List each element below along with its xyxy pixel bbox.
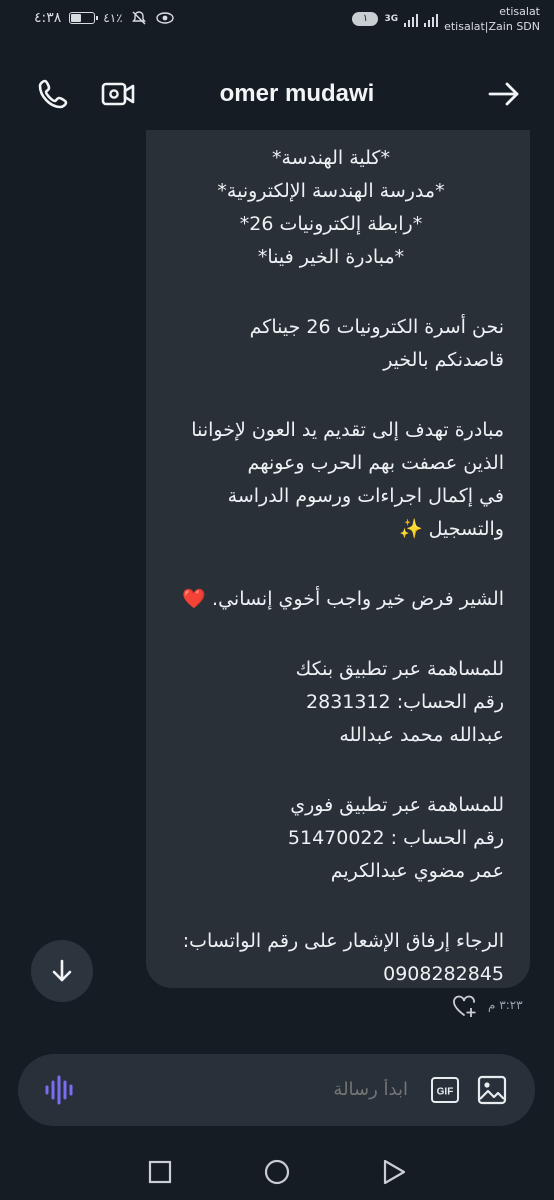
arrow-down-icon — [52, 959, 72, 982]
message-line: *مدرسة الهندسة الإلكترونية* — [217, 180, 445, 202]
home-circle-icon[interactable] — [263, 1158, 291, 1186]
video-call-icon[interactable] — [100, 76, 136, 112]
message-line: *مبادرة الخير فينا* — [257, 246, 405, 268]
carrier-2: etisalat|Zain SDN — [444, 20, 540, 33]
signal-icon — [404, 11, 419, 27]
message-line: قاصدنكم بالخير — [383, 349, 504, 371]
message-line: للمساهمة عبر تطبيق فوري — [290, 794, 504, 816]
message-bubble[interactable]: *كلية الهندسة* *مدرسة الهندسة الإلكتروني… — [146, 130, 530, 988]
carrier-names: etisalat etisalat|Zain SDN — [444, 4, 540, 34]
message-timestamp: ٣:٢٣ م — [488, 998, 523, 1012]
status-left: ٤:٣٨ ٤١٪ — [34, 10, 175, 26]
message-line: مبادرة تهدف إلى تقديم يد العون لإخواننا — [191, 419, 504, 441]
phone-number-link[interactable]: 0908282845 — [158, 958, 504, 991]
message-line: رقم الحساب: 2831312 — [306, 691, 504, 713]
mute-bell-icon — [131, 11, 146, 25]
battery-percent: ٤١٪ — [103, 11, 123, 25]
message-line: الذين عصفت بهم الحرب وعونهم — [247, 452, 504, 474]
add-reaction-heart-icon[interactable] — [452, 995, 478, 1019]
scroll-to-bottom-button[interactable] — [31, 940, 93, 1002]
sim-slot-badge: ١ — [352, 12, 379, 26]
message-line: عبدالله محمد عبدالله — [339, 724, 504, 746]
message-line-with-emoji: الشير فرض خير واجب أخوي إنساني. ❤️ — [158, 583, 504, 616]
message-line: في إكمال اجراءات ورسوم الدراسة — [227, 485, 504, 507]
message-line-with-emoji: والتسجيل ✨ — [158, 513, 504, 546]
voice-message-icon[interactable] — [44, 1074, 78, 1106]
sparkle-emoji-icon: ✨ — [398, 518, 423, 540]
message-text: والتسجيل — [428, 518, 504, 540]
carrier-1: etisalat — [499, 5, 540, 18]
system-nav-bar — [0, 1140, 554, 1200]
status-bar: ٤:٣٨ ٤١٪ ١ 3G etisalat etisalat|Zain SDN — [0, 0, 554, 40]
status-right: ١ 3G etisalat etisalat|Zain SDN — [352, 4, 540, 34]
eye-icon — [155, 12, 174, 24]
network-type: 3G — [384, 14, 399, 24]
gif-label: GIF — [437, 1087, 454, 1098]
message-input[interactable] — [308, 1076, 408, 1104]
heart-emoji-icon: ❤️ — [182, 588, 206, 610]
message-line: *كلية الهندسة* — [272, 147, 390, 169]
back-triangle-icon[interactable] — [380, 1158, 408, 1186]
message-line: رقم الحساب : 51470022 — [287, 827, 504, 849]
message-line: عمر مضوي عبدالكريم — [330, 860, 504, 882]
chat-header: omer mudawi — [0, 48, 554, 138]
arrow-right-icon[interactable] — [486, 76, 522, 112]
signal-icon-2 — [424, 11, 439, 27]
message-line: نحن أسرة الكترونيات 26 جيناكم — [249, 316, 504, 338]
message-line: *رابطة إلكترونيات 26* — [239, 213, 423, 235]
gif-button[interactable]: GIF — [430, 1076, 460, 1104]
status-time: ٤:٣٨ — [34, 10, 62, 26]
battery-icon — [69, 12, 99, 24]
recents-square-icon[interactable] — [146, 1158, 174, 1186]
message-line: للمساهمة عبر تطبيق بنكك — [295, 658, 504, 680]
message-composer: GIF — [18, 1054, 535, 1126]
message-line: الرجاء إرفاق الإشعار على رقم الواتساب: — [182, 930, 504, 952]
phone-icon[interactable] — [36, 76, 72, 112]
message-text: الشير فرض خير واجب أخوي إنساني. — [212, 588, 504, 610]
image-icon[interactable] — [476, 1074, 508, 1106]
contact-name[interactable]: omer mudawi — [180, 76, 414, 112]
